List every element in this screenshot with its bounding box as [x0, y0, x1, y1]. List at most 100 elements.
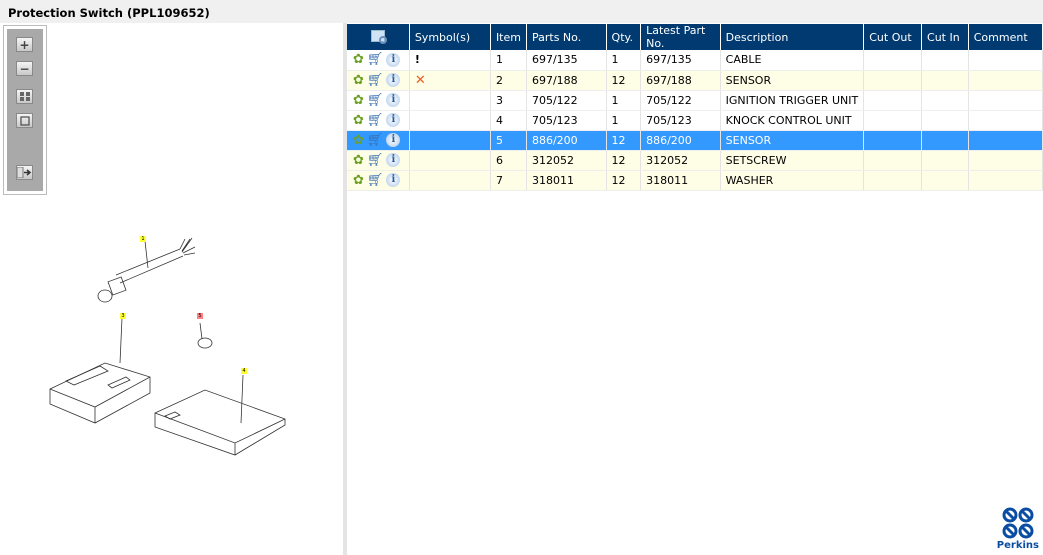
cell-symbols [409, 170, 491, 191]
cell-latest-part-no: 697/135 [640, 50, 721, 71]
gear-icon[interactable]: ✿ [353, 173, 364, 188]
cell-description: IGNITION TRIGGER UNIT [720, 90, 865, 111]
cell-cut-in [921, 50, 969, 71]
info-icon[interactable]: i [386, 93, 401, 107]
header-cut-out[interactable]: Cut Out [863, 24, 923, 50]
cell-qty: 12 [606, 170, 642, 191]
table-row[interactable]: ✿ 🛒︎ i 6 312052 12 312052 SETSCREW [347, 150, 1043, 171]
cell-qty: 12 [606, 70, 642, 91]
cell-parts-no: 312052 [526, 150, 607, 171]
cart-icon[interactable]: 🛒︎ [367, 153, 384, 168]
table-row[interactable]: ✿ 🛒︎ i! 1 697/135 1 697/135 CABLE [347, 50, 1043, 71]
cell-item: 7 [490, 170, 527, 191]
callout-4[interactable]: 4 [241, 368, 247, 374]
row-actions: ✿ 🛒︎ i [347, 90, 410, 111]
info-icon[interactable]: i [386, 73, 401, 87]
callout-1[interactable]: 1 [140, 236, 146, 242]
cell-item: 3 [490, 90, 527, 111]
cell-cut-out [863, 90, 923, 111]
row-actions: ✿ 🛒︎ i [347, 70, 410, 91]
cell-parts-no: 705/122 [526, 90, 607, 111]
header-item[interactable]: Item [490, 24, 527, 50]
cell-latest-part-no: 312052 [640, 150, 721, 171]
gear-icon[interactable]: ✿ [353, 52, 364, 67]
cell-comment [968, 90, 1043, 111]
header-parts-no[interactable]: Parts No. [526, 24, 607, 50]
callout-5[interactable]: 5 [197, 313, 203, 319]
cell-cut-out [863, 150, 923, 171]
cart-icon[interactable]: 🛒︎ [367, 173, 384, 188]
cart-icon[interactable]: 🛒︎ [367, 52, 384, 67]
table-row[interactable]: ✿ 🛒︎ i ✕ 2 697/188 12 697/188 SENSOR [347, 70, 1043, 91]
illustration-panel[interactable]: + − 1 3 5 4 [0, 23, 343, 555]
header-description[interactable]: Description [720, 24, 865, 50]
magnifier-icon[interactable] [370, 29, 387, 44]
cell-latest-part-no: 705/123 [640, 110, 721, 131]
cell-cut-out [863, 130, 923, 151]
parts-diagram[interactable] [0, 23, 343, 555]
gear-icon[interactable]: ✿ [353, 73, 364, 88]
cell-qty: 12 [606, 150, 642, 171]
cell-symbols [409, 90, 491, 111]
header-qty[interactable]: Qty. [606, 24, 642, 50]
info-icon[interactable]: i [386, 173, 401, 187]
cell-description: WASHER [720, 170, 865, 191]
callout-3[interactable]: 3 [120, 313, 126, 319]
cell-latest-part-no: 705/122 [640, 90, 721, 111]
gear-icon[interactable]: ✿ [353, 93, 364, 108]
cell-parts-no: 697/135 [526, 50, 607, 71]
cell-latest-part-no: 697/188 [640, 70, 721, 91]
info-icon[interactable]: i [386, 133, 401, 147]
cell-item: 5 [490, 130, 527, 151]
cell-item: 2 [490, 70, 527, 91]
header-cut-in[interactable]: Cut In [921, 24, 969, 50]
row-actions: ✿ 🛒︎ i [347, 50, 410, 71]
info-icon[interactable]: i [386, 52, 401, 67]
table-row[interactable]: ✿ 🛒︎ i 5 886/200 12 886/200 SENSOR [347, 130, 1043, 151]
symbol-icon[interactable]: ✕ [415, 73, 426, 88]
cell-latest-part-no: 318011 [640, 170, 721, 191]
table-row[interactable]: ✿ 🛒︎ i 4 705/123 1 705/123 KNOCK CONTROL UNIT [347, 110, 1043, 131]
header-comment[interactable]: Comment [968, 24, 1043, 50]
gear-icon[interactable]: ✿ [353, 113, 364, 128]
cell-comment [968, 130, 1043, 151]
cell-parts-no: 705/123 [526, 110, 607, 131]
cell-comment [968, 150, 1043, 171]
cell-parts-no: 318011 [526, 170, 607, 191]
cell-item: 1 [490, 50, 527, 71]
cell-cut-out [863, 70, 923, 91]
cart-icon[interactable]: 🛒︎ [367, 73, 384, 88]
cell-item: 4 [490, 110, 527, 131]
header-latest-part-no[interactable]: Latest Part No. [640, 24, 721, 50]
cell-cut-out [863, 110, 923, 131]
header-symbols[interactable]: Symbol(s) [409, 24, 491, 50]
parts-list-panel: Symbol(s) Item Parts No. Qty. Latest Par… [347, 23, 1043, 555]
cell-cut-in [921, 90, 969, 111]
search-column-header[interactable] [347, 24, 410, 50]
table-row[interactable]: ✿ 🛒︎ i 7 318011 12 318011 WASHER [347, 170, 1043, 191]
info-icon[interactable]: i [386, 113, 401, 127]
cell-symbols [409, 130, 491, 151]
cell-description: SETSCREW [720, 150, 865, 171]
cell-qty: 12 [606, 130, 642, 151]
cell-cut-in [921, 70, 969, 91]
row-actions: ✿ 🛒︎ i [347, 170, 410, 191]
cell-parts-no: 886/200 [526, 130, 607, 151]
cell-qty: 1 [606, 50, 642, 71]
cell-latest-part-no: 886/200 [640, 130, 721, 151]
cart-icon[interactable]: 🛒︎ [367, 113, 384, 128]
cell-cut-in [921, 150, 969, 171]
cell-description: CABLE [720, 50, 865, 71]
symbol-icon[interactable]: ! [415, 53, 420, 66]
info-icon[interactable]: i [386, 153, 401, 167]
gear-icon[interactable]: ✿ [353, 153, 364, 168]
gear-icon[interactable]: ✿ [353, 133, 364, 148]
perkins-logo: Perkins [997, 507, 1039, 551]
cart-icon[interactable]: 🛒︎ [367, 133, 384, 148]
table-row[interactable]: ✿ 🛒︎ i 3 705/122 1 705/122 IGNITION TRIGGER UNI… [347, 90, 1043, 111]
cell-comment [968, 70, 1043, 91]
table-header: Symbol(s) Item Parts No. Qty. Latest Par… [347, 24, 1043, 50]
cell-symbols [409, 110, 491, 131]
cart-icon[interactable]: 🛒︎ [367, 93, 384, 108]
cell-qty: 1 [606, 90, 642, 111]
